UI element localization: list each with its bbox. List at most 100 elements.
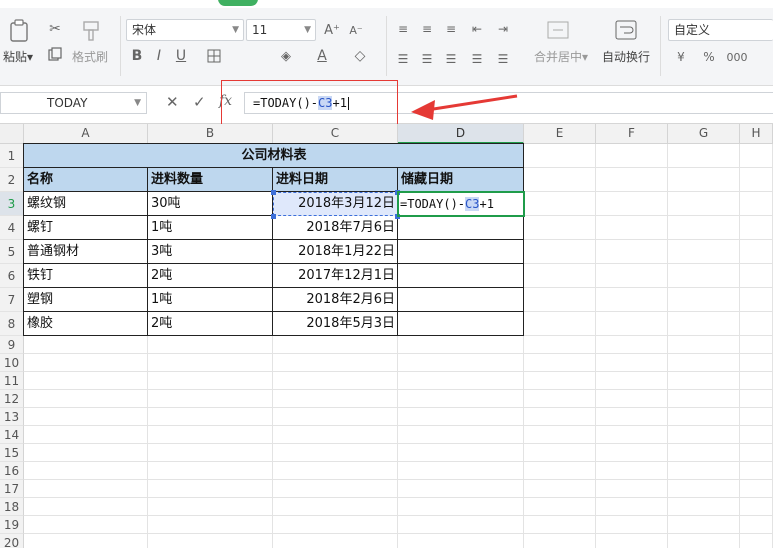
cell-qty[interactable]: 1吨 <box>148 288 273 312</box>
wrap-text-icon[interactable] <box>614 18 638 42</box>
row-header-15[interactable]: 15 <box>0 444 24 462</box>
format-painter-icon[interactable] <box>80 18 102 44</box>
border-icon[interactable] <box>204 46 224 66</box>
cell-name[interactable]: 铁钉 <box>24 264 148 288</box>
font-size-value: 11 <box>252 23 268 37</box>
italic-icon[interactable]: I <box>150 46 168 66</box>
column-header-f[interactable]: F <box>596 124 668 144</box>
cell-name[interactable]: 螺钉 <box>24 216 148 240</box>
editing-cell-content[interactable]: =TODAY()-C3+1 <box>398 192 524 216</box>
column-header-a[interactable]: A <box>24 124 148 144</box>
currency-icon[interactable]: ¥ <box>672 48 690 66</box>
row-header-1[interactable]: 1 <box>0 144 24 168</box>
header-date[interactable]: 进料日期 <box>273 168 398 192</box>
name-box[interactable]: TODAY ▼ <box>0 92 147 114</box>
cell-name[interactable]: 塑钢 <box>24 288 148 312</box>
copy-icon[interactable] <box>46 45 64 63</box>
chevron-down-icon: ▼ <box>134 98 141 108</box>
cell-date[interactable]: 2018年7月6日 <box>273 216 398 240</box>
column-header-e[interactable]: E <box>524 124 596 144</box>
increase-font-icon[interactable]: A⁺ <box>322 20 342 40</box>
column-header-b[interactable]: B <box>148 124 273 144</box>
cell-date[interactable]: 2018年2月6日 <box>273 288 398 312</box>
clear-format-icon[interactable]: ◇ <box>350 46 370 66</box>
underline-icon[interactable]: U <box>172 46 190 66</box>
row-header-3[interactable]: 3 <box>0 192 24 216</box>
row-header-8[interactable]: 8 <box>0 312 24 336</box>
distribute-icon[interactable]: ☰ <box>494 50 512 68</box>
cell-qty[interactable]: 1吨 <box>148 216 273 240</box>
fill-color-icon[interactable]: ◈ <box>276 46 296 66</box>
cancel-icon[interactable]: ✕ <box>166 93 179 111</box>
column-header-h[interactable]: H <box>740 124 773 144</box>
cell-date[interactable]: 2018年3月12日 <box>273 192 398 216</box>
confirm-icon[interactable]: ✓ <box>193 93 206 111</box>
row-header-14[interactable]: 14 <box>0 426 24 444</box>
percent-icon[interactable]: % <box>700 48 718 66</box>
font-name-select[interactable]: 宋体 ▼ <box>126 19 244 41</box>
row-header-11[interactable]: 11 <box>0 372 24 390</box>
decrease-font-icon[interactable]: A⁻ <box>346 20 366 40</box>
ribbon-separator <box>120 16 121 76</box>
annotation-arrow-icon <box>411 94 518 120</box>
gridline <box>24 425 773 426</box>
paste-icon[interactable] <box>6 18 32 44</box>
column-header-g[interactable]: G <box>668 124 740 144</box>
row-header-20[interactable]: 20 <box>0 534 24 548</box>
row-header-6[interactable]: 6 <box>0 264 24 288</box>
ribbon-separator <box>660 16 661 76</box>
row-header-12[interactable]: 12 <box>0 390 24 408</box>
row-header-4[interactable]: 4 <box>0 216 24 240</box>
thousands-icon[interactable]: 000 <box>727 48 748 66</box>
indent-increase-icon[interactable]: ⇥ <box>494 20 512 38</box>
row-header-17[interactable]: 17 <box>0 480 24 498</box>
cell-qty[interactable]: 30吨 <box>148 192 273 216</box>
merge-center-icon[interactable] <box>546 18 570 42</box>
row-header-13[interactable]: 13 <box>0 408 24 426</box>
format-painter-button[interactable]: 格式刷 <box>72 48 108 65</box>
column-header-d[interactable]: D <box>398 124 524 144</box>
align-bottom-icon[interactable]: ≡ <box>442 20 460 38</box>
gridline <box>24 353 773 354</box>
row-header-19[interactable]: 19 <box>0 516 24 534</box>
tab-start-active[interactable] <box>218 0 258 6</box>
cell-qty[interactable]: 3吨 <box>148 240 273 264</box>
cell-date[interactable]: 2018年5月3日 <box>273 312 398 336</box>
cell-name[interactable]: 螺纹钢 <box>24 192 148 216</box>
align-right-icon[interactable]: ☰ <box>442 50 460 68</box>
row-header-10[interactable]: 10 <box>0 354 24 372</box>
align-left-icon[interactable]: ☰ <box>394 50 412 68</box>
merge-center-button[interactable]: 合并居中▾ <box>534 48 588 65</box>
justify-icon[interactable]: ☰ <box>468 50 486 68</box>
header-storage[interactable]: 储藏日期 <box>398 168 524 192</box>
wrap-text-button[interactable]: 自动换行 <box>602 48 650 65</box>
row-header-18[interactable]: 18 <box>0 498 24 516</box>
cell-date[interactable]: 2017年12月1日 <box>273 264 398 288</box>
cell-name[interactable]: 橡胶 <box>24 312 148 336</box>
header-name[interactable]: 名称 <box>24 168 148 192</box>
bold-icon[interactable]: B <box>128 46 146 66</box>
cell-name[interactable]: 普通钢材 <box>24 240 148 264</box>
gridline <box>739 144 740 548</box>
row-header-16[interactable]: 16 <box>0 462 24 480</box>
cut-icon[interactable]: ✂ <box>46 20 64 38</box>
font-color-icon[interactable]: A <box>312 46 332 66</box>
align-top-icon[interactable]: ≡ <box>394 20 412 38</box>
cell-qty[interactable]: 2吨 <box>148 264 273 288</box>
select-all-corner[interactable] <box>0 124 24 144</box>
row-header-5[interactable]: 5 <box>0 240 24 264</box>
row-header-9[interactable]: 9 <box>0 336 24 354</box>
column-header-c[interactable]: C <box>273 124 398 144</box>
table-title[interactable]: 公司材料表 <box>24 144 524 168</box>
header-qty[interactable]: 进料数量 <box>148 168 273 192</box>
font-size-select[interactable]: 11 ▼ <box>246 19 316 41</box>
row-header-2[interactable]: 2 <box>0 168 24 192</box>
number-format-select[interactable]: 自定义 <box>668 19 773 41</box>
paste-button[interactable]: 粘贴▾ <box>3 48 33 65</box>
indent-decrease-icon[interactable]: ⇤ <box>468 20 486 38</box>
cell-qty[interactable]: 2吨 <box>148 312 273 336</box>
align-middle-icon[interactable]: ≡ <box>418 20 436 38</box>
cell-date[interactable]: 2018年1月22日 <box>273 240 398 264</box>
row-header-7[interactable]: 7 <box>0 288 24 312</box>
align-center-icon[interactable]: ☰ <box>418 50 436 68</box>
